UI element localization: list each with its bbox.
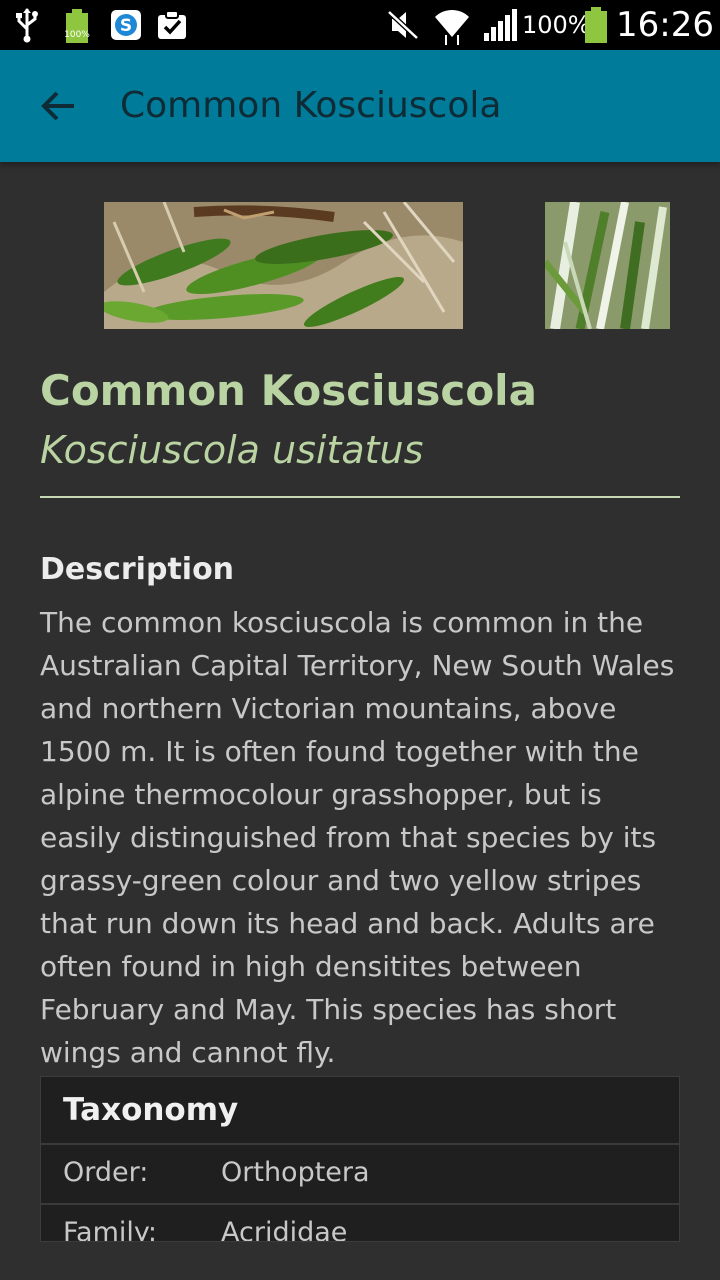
battery-small-label: 100% bbox=[64, 30, 90, 40]
description-text: The common kosciuscola is common in the … bbox=[40, 606, 675, 1069]
battery-icon bbox=[583, 0, 609, 50]
table-row: Order: Orthoptera bbox=[41, 1145, 679, 1205]
task-check-icon bbox=[156, 0, 190, 50]
common-name-heading: Common Kosciuscola bbox=[40, 366, 537, 415]
photo-gallery[interactable] bbox=[0, 202, 720, 329]
scientific-name: Kosciuscola usitatus bbox=[40, 428, 424, 472]
species-photo-2[interactable] bbox=[545, 202, 670, 329]
back-button[interactable] bbox=[26, 74, 90, 138]
taxonomy-family-value: Acrididae bbox=[221, 1217, 348, 1242]
status-bar: 100% S 100% 16:26 bbox=[0, 0, 720, 50]
table-row: Family: Acrididae bbox=[41, 1205, 679, 1242]
usb-icon bbox=[14, 0, 44, 50]
species-photo-1[interactable] bbox=[104, 202, 463, 329]
mute-icon bbox=[386, 0, 420, 50]
battery-full-icon: 100% bbox=[62, 0, 92, 50]
divider bbox=[40, 496, 680, 498]
signal-icon bbox=[482, 0, 522, 50]
app-bar: Common Kosciuscola bbox=[0, 50, 720, 162]
clock: 16:26 bbox=[616, 5, 714, 45]
taxonomy-family-label: Family: bbox=[63, 1217, 158, 1242]
wifi-icon bbox=[432, 0, 472, 50]
taxonomy-heading: Taxonomy bbox=[41, 1077, 679, 1145]
svg-text:S: S bbox=[120, 16, 132, 36]
taxonomy-order-label: Order: bbox=[63, 1157, 149, 1188]
page-title: Common Kosciuscola bbox=[120, 85, 502, 126]
description-heading: Description bbox=[40, 552, 235, 587]
battery-percent: 100% bbox=[522, 11, 591, 39]
taxonomy-table: Taxonomy Order: Orthoptera Family: Acrid… bbox=[40, 1076, 680, 1242]
back-arrow-icon bbox=[41, 91, 74, 121]
taxonomy-order-value: Orthoptera bbox=[221, 1157, 370, 1188]
skype-icon: S bbox=[110, 0, 142, 50]
